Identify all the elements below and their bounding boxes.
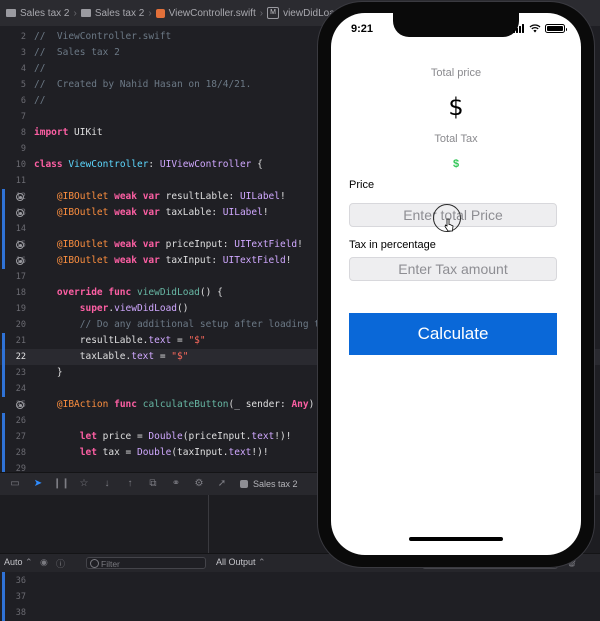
folder-icon [6,9,16,17]
code-text[interactable]: let price = Double(priceInput.text!)! [34,429,292,445]
chevron-right-icon: › [259,7,264,19]
total-tax-value: $ [452,158,460,170]
pause-icon[interactable]: ❙❙ [53,478,70,490]
app-icon [240,480,248,488]
code-text[interactable]: @IBAction func calculateButton(_ sender:… [34,397,326,413]
code-text[interactable]: // [34,61,45,77]
eye-icon[interactable]: ◉ [40,557,48,568]
breakpoints-toggle-icon[interactable]: ➤ [30,478,46,490]
step-in-icon[interactable]: ↓ [99,478,115,490]
breadcrumb-project[interactable]: Sales tax 2 [6,8,69,19]
line-number[interactable]: 3 [0,45,26,61]
battery-icon [545,24,567,33]
outlet-connection-icon[interactable] [16,401,24,409]
chevron-right-icon: › [73,7,77,19]
info-icon[interactable]: ⓘ [56,557,65,570]
tax-percentage-label: Tax in percentage [349,239,436,251]
outlet-connection-icon[interactable] [16,193,24,201]
code-text[interactable]: override func viewDidLoad() { [34,285,223,301]
code-text[interactable]: taxLable.text = "$" [34,349,189,365]
output-select[interactable]: All Output ⌃ [216,557,266,568]
code-text[interactable]: @IBOutlet weak var taxInput: UITextField… [34,253,292,269]
line-number[interactable]: 9 [0,141,26,157]
code-text[interactable]: @IBOutlet weak var taxLable: UILabel! [34,205,269,221]
memory-graph-icon[interactable]: ⚭ [168,478,184,490]
view-hierarchy-icon[interactable]: ⧉ [145,478,161,490]
calculate-button[interactable]: Calculate [349,313,557,355]
outlet-connection-icon[interactable] [16,257,24,265]
source-change-bar[interactable] [2,333,5,397]
code-text[interactable]: @IBOutlet weak var priceInput: UITextFie… [34,237,303,253]
source-change-bar[interactable] [2,189,5,269]
cellular-signal-icon [513,24,525,33]
code-text[interactable]: // Sales tax 2 [34,45,120,61]
code-text[interactable]: resultLable.text = "$" [34,333,206,349]
line-number[interactable]: 7 [0,109,26,125]
code-text[interactable]: @IBOutlet weak var resultLable: UILabel! [34,189,286,205]
line-number[interactable]: 4 [0,61,26,77]
total-price-value: $ [448,93,464,121]
code-text[interactable]: super.viewDidLoad() [34,301,189,317]
tax-input[interactable]: Enter Tax amount [349,257,557,281]
breadcrumb-file[interactable]: ViewController.swift [155,8,256,19]
line-number[interactable]: 20 [0,317,26,333]
swift-file-icon [155,8,165,18]
code-text[interactable]: // Created by Nahid Hasan on 18/4/21. [34,77,251,93]
chevron-updown-icon: ⌃ [25,557,33,567]
code-text[interactable]: } [34,365,63,381]
environment-overrides-icon[interactable]: ⚙ [191,478,207,490]
code-text[interactable]: let tax = Double(taxInput.text!)! [34,445,269,461]
line-number[interactable]: 11 [0,173,26,189]
breadcrumb-group[interactable]: Sales tax 2 [80,8,144,19]
line-number[interactable]: 2 [0,29,26,45]
total-tax-label: Total Tax [434,133,478,145]
line-number[interactable]: 19 [0,301,26,317]
location-icon[interactable]: ➚ [214,478,230,490]
step-out-icon[interactable]: ↑ [122,478,138,490]
outlet-connection-icon[interactable] [16,209,24,217]
chevron-updown-icon: ⌃ [258,557,266,567]
code-line[interactable]: 38 [0,605,600,621]
status-time: 9:21 [351,23,374,35]
variables-filter-input[interactable]: Filter [86,557,206,569]
process-selector[interactable]: Sales tax 2 [240,479,298,489]
notch [393,13,519,37]
line-number[interactable]: 17 [0,269,26,285]
total-price-label: Total price [430,67,482,79]
wifi-icon [529,24,541,33]
chevron-right-icon: › [148,7,152,19]
code-text[interactable]: // [34,93,45,109]
code-line[interactable]: 36 [0,573,600,589]
line-number[interactable]: 18 [0,285,26,301]
price-label: Price [349,179,375,191]
line-number[interactable]: 5 [0,77,26,93]
iphone-screen: 9:21 Total price $ Total Tax $ Price Ent… [331,13,581,555]
line-number[interactable]: 10 [0,157,26,173]
step-over-icon[interactable]: ☆ [76,478,92,490]
code-text[interactable]: class ViewController: UIViewController { [34,157,263,173]
pointer-cursor-icon [444,218,454,232]
code-text[interactable]: // ViewController.swift [34,29,171,45]
filter-icon [90,559,99,568]
line-number[interactable]: 6 [0,93,26,109]
folder-icon [80,9,91,17]
status-icons [513,24,567,33]
code-line[interactable]: 37 [0,589,600,605]
variables-scope-select[interactable]: Auto ⌃ [4,557,33,568]
home-indicator[interactable] [409,537,503,541]
line-number[interactable]: 8 [0,125,26,141]
hide-debug-area-icon[interactable]: ▭ [7,478,23,490]
code-text[interactable]: // Do any additional setup after loading… [34,317,343,333]
method-icon: M [267,7,280,19]
outlet-connection-icon[interactable] [16,241,24,249]
code-text[interactable]: import UIKit [34,125,103,141]
